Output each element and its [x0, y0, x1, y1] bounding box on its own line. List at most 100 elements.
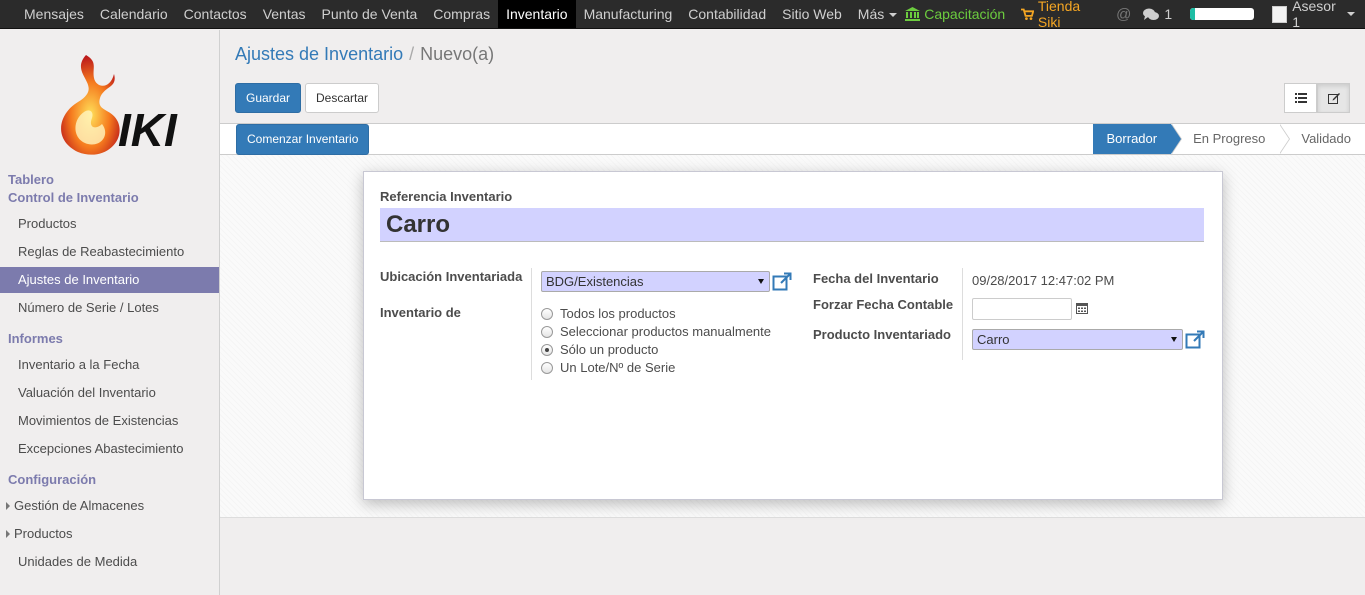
- product-value: Carro: [977, 332, 1010, 347]
- menu-contactos[interactable]: Contactos: [176, 0, 255, 28]
- location-value: BDG/Existencias: [546, 274, 644, 289]
- location-select[interactable]: BDG/Existencias: [541, 271, 770, 292]
- breadcrumb-parent[interactable]: Ajustes de Inventario: [235, 44, 403, 64]
- menu-contabilidad[interactable]: Contabilidad: [680, 0, 774, 28]
- save-button[interactable]: Guardar: [235, 83, 302, 113]
- form-sheet: Referencia Inventario Carro Ubicación In…: [363, 171, 1223, 500]
- inventory-of-label: Inventario de: [380, 305, 461, 320]
- divider: [531, 268, 532, 380]
- capacitacion-label: Capacitación: [924, 6, 1006, 22]
- company-logo: IKI: [61, 55, 178, 156]
- sidebar-section-informes: Informes: [8, 331, 63, 346]
- breadcrumb-separator: /: [409, 44, 415, 64]
- sidebar-item-config-productos[interactable]: Productos: [0, 521, 219, 547]
- tienda-siki-label: Tienda Siki: [1037, 0, 1081, 30]
- list-view-button[interactable]: [1284, 83, 1317, 113]
- edit-icon: [1327, 93, 1340, 104]
- menu-calendario[interactable]: Calendario: [92, 0, 176, 28]
- sidebar: IKI Tablero Control de Inventario Produc…: [0, 30, 220, 595]
- calendar-icon[interactable]: [1076, 302, 1088, 314]
- user-menu[interactable]: Asesor 1: [1271, 0, 1356, 30]
- breadcrumb: Ajustes de Inventario / Nuevo(a): [235, 44, 494, 65]
- capacitacion-link[interactable]: Capacitación: [905, 6, 1005, 22]
- menu-manufacturing[interactable]: Manufacturing: [576, 0, 681, 28]
- external-link-icon[interactable]: [1185, 330, 1205, 350]
- date-value: 09/28/2017 12:47:02 PM: [972, 273, 1115, 288]
- list-icon: [1294, 93, 1307, 103]
- external-link-icon[interactable]: [772, 272, 792, 292]
- radio-button[interactable]: [541, 361, 553, 374]
- radio-label: Sólo un producto: [560, 342, 659, 357]
- bank-icon: [905, 7, 921, 21]
- shopping-cart-icon: [1021, 8, 1034, 20]
- radio-button[interactable]: [541, 343, 553, 356]
- menu-mas-label: Más: [857, 6, 885, 22]
- menu-sitio-web[interactable]: Sitio Web: [774, 0, 850, 28]
- product-label: Producto Inventariado: [813, 327, 951, 342]
- menu-inventario[interactable]: Inventario: [498, 0, 576, 28]
- radio-label: Seleccionar productos manualmente: [560, 324, 772, 339]
- sidebar-item-unidades-medida[interactable]: Unidades de Medida: [0, 549, 219, 575]
- progress-fill: [1190, 8, 1196, 20]
- stage-label: En Progreso: [1193, 131, 1266, 146]
- radio-label: Un Lote/Nº de Serie: [560, 360, 676, 375]
- menu-mas[interactable]: Más: [850, 0, 905, 28]
- radio-solo-un-producto[interactable]: Sólo un producto: [541, 342, 658, 357]
- sidebar-item-productos[interactable]: Productos: [0, 211, 219, 237]
- sidebar-item-reglas-reabastecimiento[interactable]: Reglas de Reabastecimiento: [0, 239, 219, 265]
- stage-borrador[interactable]: Borrador: [1092, 124, 1183, 154]
- menu-punto-de-venta[interactable]: Punto de Venta: [314, 0, 426, 28]
- start-inventory-button[interactable]: Comenzar Inventario: [236, 124, 370, 155]
- force-date-input[interactable]: [972, 298, 1072, 320]
- sidebar-item-numero-serie-lotes[interactable]: Número de Serie / Lotes: [0, 295, 219, 321]
- planner-progress-bar[interactable]: [1190, 8, 1254, 20]
- sidebar-item-excepciones-abastecimiento[interactable]: Excepciones Abastecimiento: [0, 436, 219, 462]
- sidebar-section-tablero[interactable]: Tablero: [8, 172, 54, 187]
- form-statusbar: Comenzar Inventario Borrador En Progreso…: [220, 123, 1365, 155]
- stage-label: Borrador: [1106, 131, 1158, 146]
- radio-button[interactable]: [541, 307, 553, 320]
- stage-en-progreso[interactable]: En Progreso: [1171, 124, 1291, 154]
- ref-input[interactable]: Carro: [380, 208, 1204, 242]
- main-content: Ajustes de Inventario / Nuevo(a) Guardar D…: [220, 30, 1365, 595]
- chevron-down-icon: [1171, 337, 1177, 342]
- chevron-down-icon: [1347, 12, 1356, 16]
- user-name: Asesor 1: [1292, 0, 1336, 30]
- force-date-label: Forzar Fecha Contable: [813, 297, 954, 312]
- stage-validado[interactable]: Validado: [1279, 124, 1365, 154]
- menu-ventas[interactable]: Ventas: [255, 0, 314, 28]
- systray: Capacitación Tienda Siki @ 1 Asesor 1: [905, 0, 1365, 30]
- sidebar-item-valuacion-inventario[interactable]: Valuación del Inventario: [0, 380, 219, 406]
- logo-text: IKI: [118, 104, 178, 156]
- sidebar-section-control-inventario: Control de Inventario: [8, 190, 139, 205]
- tienda-siki-link[interactable]: Tienda Siki: [1021, 0, 1100, 30]
- menu-mensajes[interactable]: Mensajes: [16, 0, 92, 28]
- top-navbar: Mensajes Calendario Contactos Ventas Pun…: [0, 0, 1365, 30]
- chat-count: 1: [1164, 6, 1173, 22]
- product-select[interactable]: Carro: [972, 329, 1183, 350]
- radio-todos-productos[interactable]: Todos los productos: [541, 306, 676, 321]
- sidebar-item-inventario-fecha[interactable]: Inventario a la Fecha: [0, 352, 219, 378]
- avatar: [1271, 5, 1288, 23]
- app-menu: Mensajes Calendario Contactos Ventas Pun…: [0, 0, 905, 28]
- sidebar-section-configuracion: Configuración: [8, 472, 97, 487]
- sidebar-item-ajustes-inventario[interactable]: Ajustes de Inventario: [0, 267, 219, 293]
- stage-label: Validado: [1301, 131, 1351, 146]
- radio-seleccionar-manualmente[interactable]: Seleccionar productos manualmente: [541, 324, 771, 339]
- divider: [962, 268, 963, 360]
- at-icon[interactable]: @: [1116, 6, 1131, 23]
- location-label: Ubicación Inventariada: [380, 269, 523, 284]
- comments-icon: [1143, 8, 1160, 20]
- ref-label: Referencia Inventario: [380, 189, 513, 204]
- radio-button[interactable]: [541, 325, 553, 338]
- sidebar-item-gestion-almacenes[interactable]: Gestión de Almacenes: [0, 493, 219, 519]
- sidebar-item-movimientos-existencias[interactable]: Movimientos de Existencias: [0, 408, 219, 434]
- form-view-button[interactable]: [1317, 83, 1350, 113]
- messaging-menu[interactable]: 1: [1143, 6, 1172, 22]
- chevron-down-icon: [889, 13, 898, 17]
- discard-button[interactable]: Descartar: [305, 83, 380, 113]
- radio-lote-serie[interactable]: Un Lote/Nº de Serie: [541, 360, 675, 375]
- menu-compras[interactable]: Compras: [425, 0, 498, 28]
- stage-bar: Borrador En Progreso Validado: [1092, 124, 1365, 154]
- chevron-down-icon: [758, 279, 764, 284]
